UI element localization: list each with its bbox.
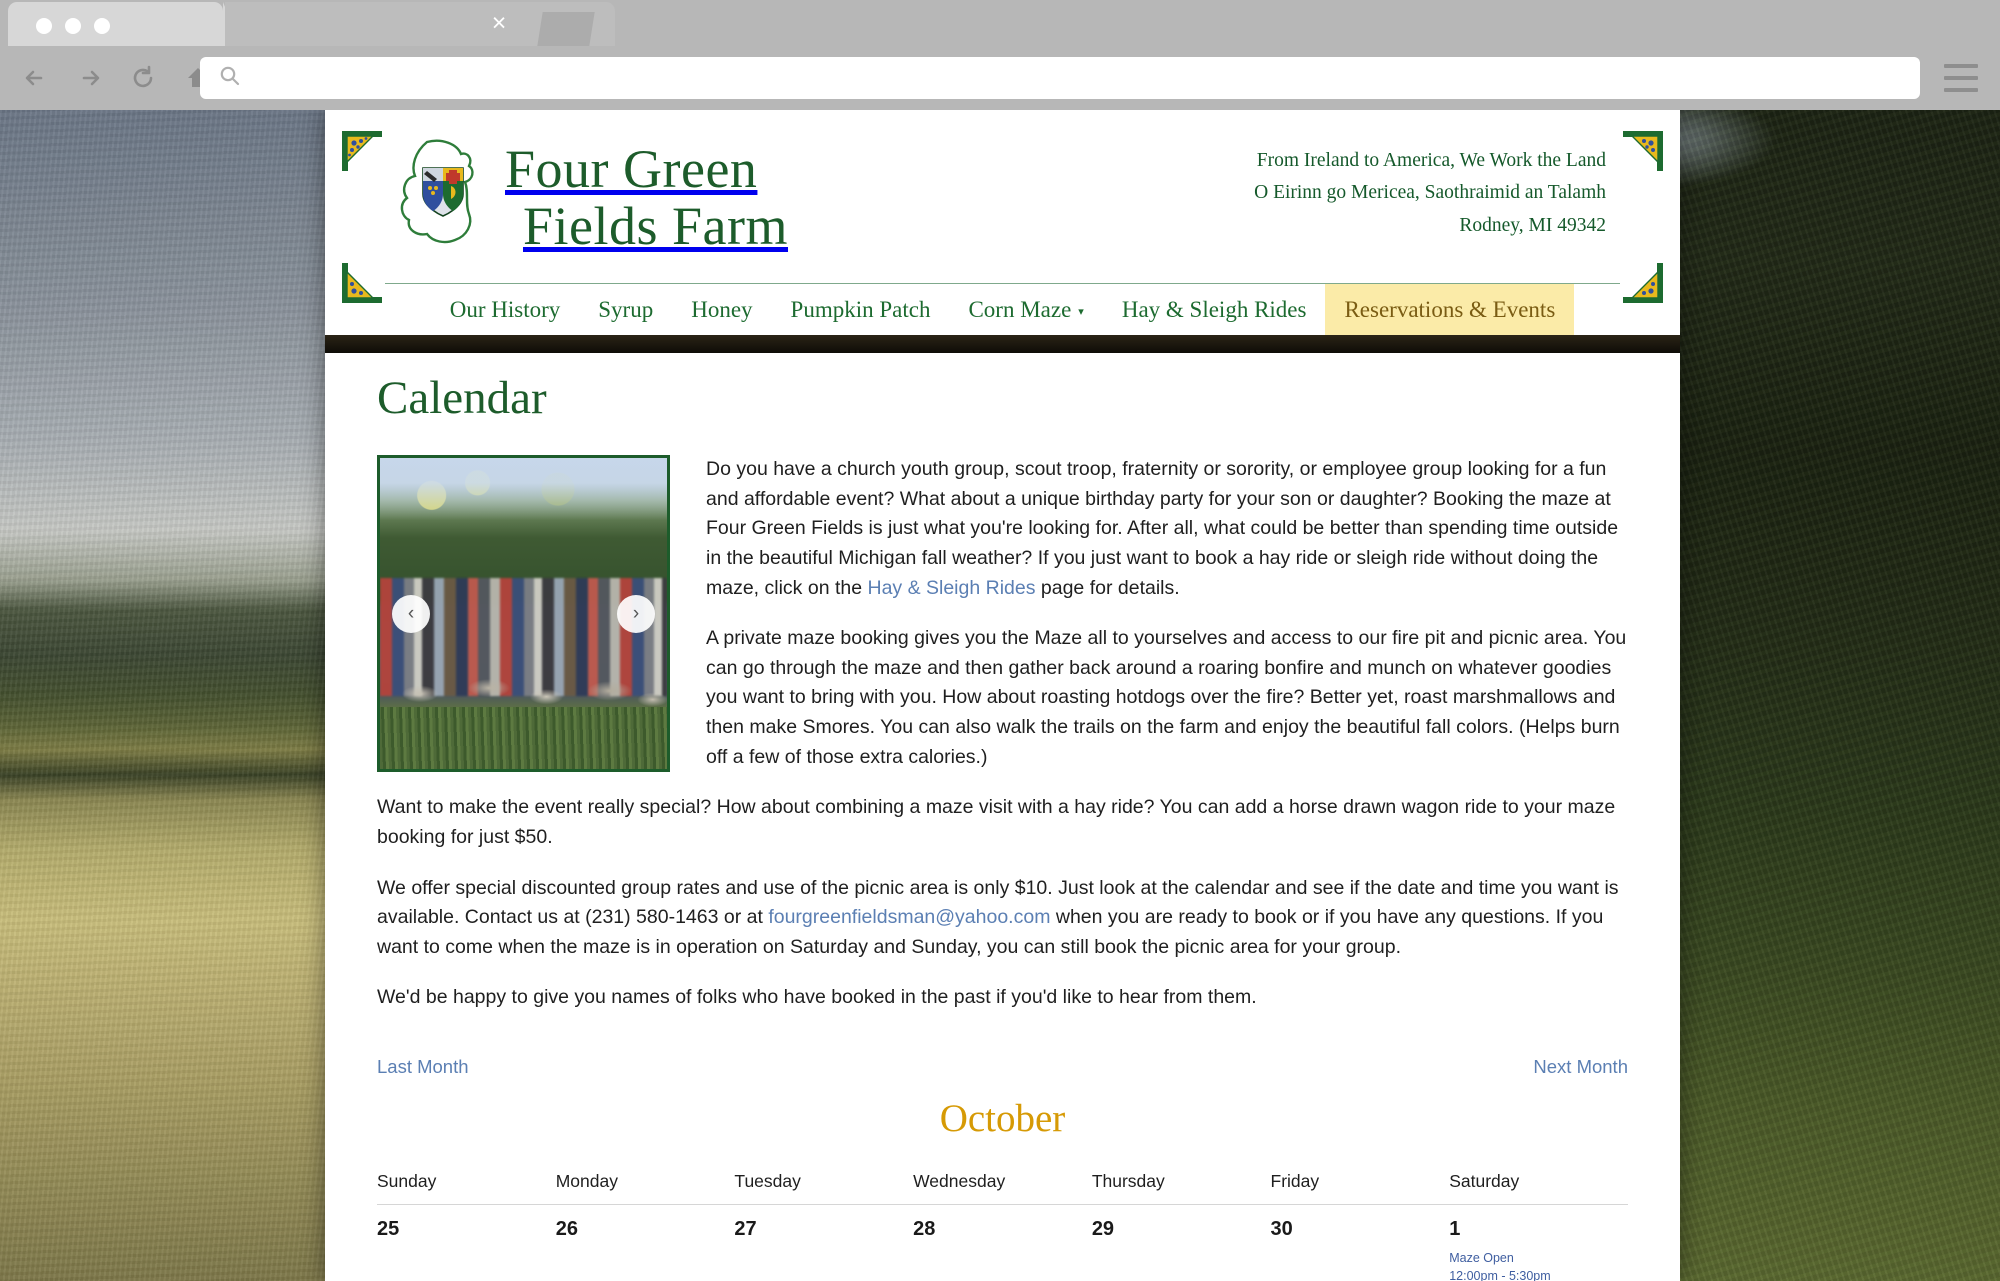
- celtic-corner-ornament-icon: [1620, 128, 1666, 174]
- tagline-line-1: From Ireland to America, We Work the Lan…: [1256, 150, 1606, 171]
- address-bar[interactable]: [200, 57, 1920, 99]
- calendar-month-nav: Last Month Next Month: [377, 1056, 1628, 1090]
- browser-nav-buttons: [14, 58, 220, 98]
- paragraph-3: Want to make the event really special? H…: [377, 796, 1616, 848]
- p1-text-b: page for details.: [1035, 576, 1180, 599]
- brand-line-2: Fields Farm: [523, 195, 789, 256]
- calendar-header-row: Sunday Monday Tuesday Wednesday Thursday Frid…: [377, 1171, 1628, 1205]
- calendar-month-title: October: [939, 1097, 1066, 1140]
- close-window-icon[interactable]: [36, 18, 52, 34]
- calendar-event-title: Maze Open: [1449, 1251, 1514, 1265]
- page-viewport: Four Green Fields Farm From Ireland to A…: [0, 110, 2000, 1281]
- next-month-link[interactable]: Next Month: [1533, 1056, 1628, 1078]
- search-icon: [218, 64, 242, 93]
- address-input[interactable]: [252, 67, 1920, 89]
- carousel-photo-grass: [380, 707, 667, 769]
- reload-icon[interactable]: [122, 58, 166, 98]
- calendar-event-time: 12:00pm - 5:30pm: [1449, 1268, 1551, 1281]
- page-content: Calendar ‹ › Do you have a church youth …: [325, 335, 1680, 1281]
- calendar-weekday-header: Friday: [1270, 1171, 1450, 1205]
- paragraph-5: We'd be happy to give you names of folks…: [377, 986, 1257, 1009]
- tagline-line-2: O Eirinn go Mericea, Saothraimid an Tala…: [1254, 182, 1606, 204]
- main-navigation: Our History Syrup Honey Pumpkin Patch Corn M…: [385, 283, 1620, 335]
- nav-item-label: Corn Maze: [968, 296, 1072, 322]
- calendar-weekday-header: Monday: [555, 1171, 735, 1205]
- maximize-window-icon[interactable]: [94, 18, 110, 34]
- calendar-day-number: 25: [377, 1218, 400, 1240]
- calendar-day-number: 27: [734, 1218, 757, 1240]
- calendar-day-number: 29: [1091, 1218, 1115, 1240]
- site-tagline: From Ireland to America, We Work the Lan…: [1254, 145, 1606, 242]
- calendar-day-number: 30: [1270, 1218, 1293, 1240]
- nav-item-honey[interactable]: Honey: [672, 284, 771, 335]
- close-tab-icon[interactable]: ×: [488, 11, 510, 36]
- nav-item-pumpkin-patch[interactable]: Pumpkin Patch: [772, 284, 950, 335]
- chevron-down-icon: ▾: [1078, 306, 1084, 318]
- ireland-map-crest-icon: [387, 136, 499, 259]
- paragraph-4: We offer special discounted group rates …: [377, 874, 1628, 963]
- new-tab-button[interactable]: [537, 12, 595, 46]
- calendar-day-cell[interactable]: 25: [377, 1204, 556, 1281]
- photo-carousel[interactable]: ‹ ›: [377, 455, 670, 772]
- carousel-prev-icon[interactable]: ‹: [392, 594, 430, 633]
- celtic-corner-ornament-icon: [339, 260, 385, 306]
- email-link[interactable]: fourgreenfieldsman@yahoo.com: [768, 906, 1050, 928]
- calendar-weekday-header: Thursday: [1091, 1171, 1271, 1205]
- browser-toolbar: [0, 46, 2000, 110]
- browser-tabstrip: ×: [0, 0, 2000, 46]
- hamburger-menu-icon[interactable]: [1944, 64, 1978, 92]
- calendar-day-number: 26: [555, 1218, 578, 1240]
- nav-item-hay-sleigh-rides[interactable]: Hay & Sleigh Rides: [1103, 284, 1326, 335]
- header-divider: [325, 335, 1680, 353]
- site-logo-link[interactable]: Four Green Fields Farm: [387, 136, 788, 259]
- hay-sleigh-rides-link[interactable]: Hay & Sleigh Rides: [867, 577, 1035, 599]
- calendar-table: Sunday Monday Tuesday Wednesday Thursday Frid…: [377, 1171, 1628, 1281]
- website-page: Four Green Fields Farm From Ireland to A…: [325, 110, 1680, 1281]
- last-month-link[interactable]: Last Month: [377, 1056, 469, 1078]
- calendar-weekday-header: Wednesday: [913, 1171, 1092, 1205]
- window-traffic-lights: [36, 18, 110, 34]
- calendar-weekday-header: Tuesday: [734, 1171, 914, 1205]
- page-title: Calendar: [377, 372, 547, 424]
- calendar-day-cell[interactable]: 28: [913, 1204, 1092, 1281]
- calendar-day-cell[interactable]: 30: [1270, 1204, 1450, 1281]
- calendar-event[interactable]: Maze Open 12:00pm - 5:30pm: [1449, 1250, 1618, 1281]
- nav-item-label: Honey: [691, 296, 753, 322]
- nav-item-corn-maze[interactable]: Corn Maze ▾: [949, 284, 1102, 335]
- calendar-section: Last Month Next Month October Sunday Mond…: [377, 1034, 1628, 1281]
- nav-item-label: Reservations & Events: [1344, 296, 1556, 322]
- calendar-day-cell[interactable]: 26: [555, 1204, 735, 1281]
- browser-tab-active[interactable]: [8, 2, 241, 46]
- calendar-weekday-header: Sunday: [377, 1171, 556, 1205]
- minimize-window-icon[interactable]: [65, 18, 81, 34]
- nav-item-label: Our History: [449, 296, 561, 322]
- browser-chrome: ×: [0, 0, 2000, 110]
- calendar-day-cell[interactable]: 27: [734, 1204, 914, 1281]
- carousel-next-icon[interactable]: ›: [617, 594, 655, 633]
- calendar-weekday-header: Saturday: [1449, 1171, 1628, 1205]
- forward-arrow-icon[interactable]: [68, 58, 112, 98]
- site-header: Four Green Fields Farm From Ireland to A…: [325, 110, 1680, 335]
- nav-item-our-history[interactable]: Our History: [431, 284, 580, 335]
- calendar-week-row: 25 26 27 28 29 30 1 Maze Open 12:00pm - 5:30pm: [377, 1204, 1628, 1281]
- celtic-corner-ornament-icon: [1620, 260, 1666, 306]
- calendar-day-number: 1: [1449, 1218, 1461, 1240]
- brand-wordmark: Four Green Fields Farm: [505, 141, 788, 253]
- nav-item-reservations-events[interactable]: Reservations & Events: [1325, 284, 1575, 335]
- calendar-day-cell[interactable]: 1 Maze Open 12:00pm - 5:30pm: [1449, 1204, 1628, 1281]
- calendar-day-cell[interactable]: 29: [1091, 1204, 1271, 1281]
- tagline-line-3: Rodney, MI 49342: [1459, 214, 1606, 236]
- nav-item-label: Pumpkin Patch: [790, 296, 931, 322]
- nav-item-label: Syrup: [598, 296, 654, 322]
- calendar-day-number: 28: [913, 1218, 936, 1240]
- celtic-corner-ornament-icon: [339, 128, 385, 174]
- nav-item-label: Hay & Sleigh Rides: [1121, 296, 1307, 322]
- brand-line-1: Four Green: [505, 139, 758, 200]
- back-arrow-icon[interactable]: [14, 58, 58, 98]
- calendar-body: 2526272829301Maze Open12:00pm - 5:30pm2M…: [377, 1204, 1628, 1281]
- nav-item-syrup[interactable]: Syrup: [579, 284, 672, 335]
